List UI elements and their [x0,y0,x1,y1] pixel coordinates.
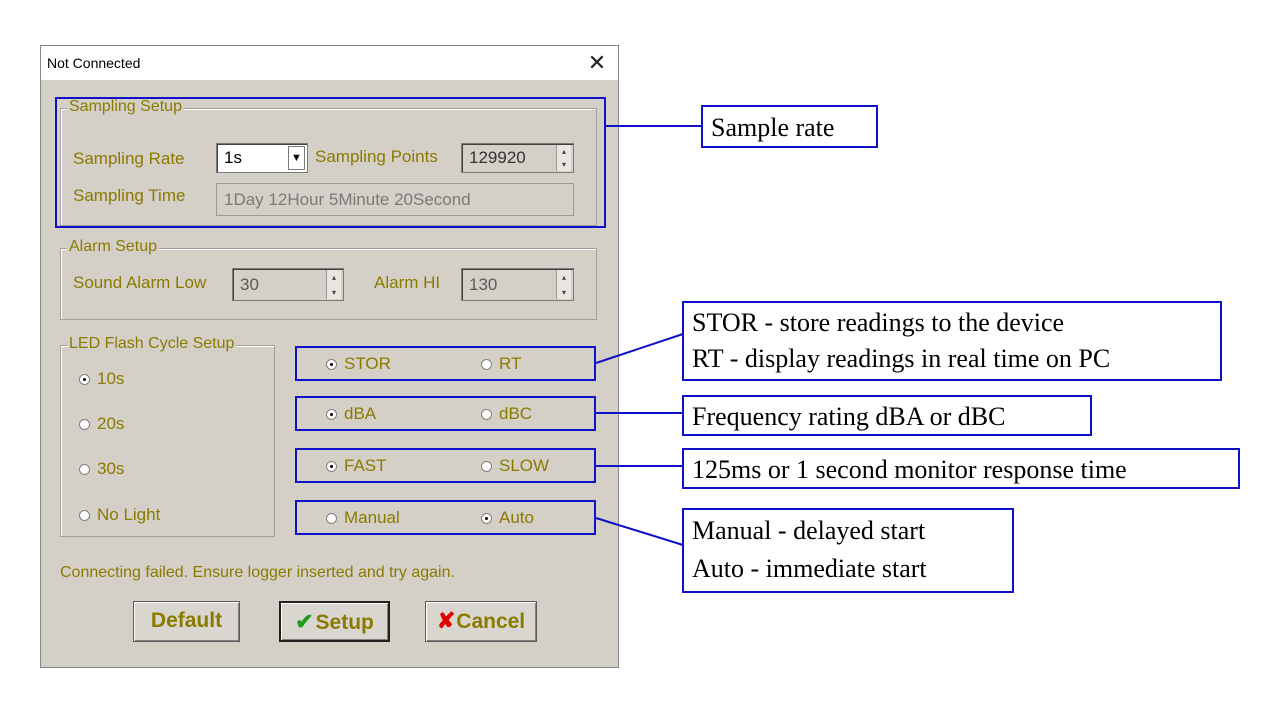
callout-frequency: Frequency rating dBA or dBC [682,395,1092,436]
callout-manual-auto: Manual - delayed start Auto - immediate … [682,508,1014,593]
connector-stor-rt [595,333,684,364]
callout-stor-rt: STOR - store readings to the device RT -… [682,301,1222,381]
callout-response: 125ms or 1 second monitor response time [682,448,1240,489]
callout-sample-rate: Sample rate [701,105,878,148]
connector-manual-auto [595,517,684,546]
